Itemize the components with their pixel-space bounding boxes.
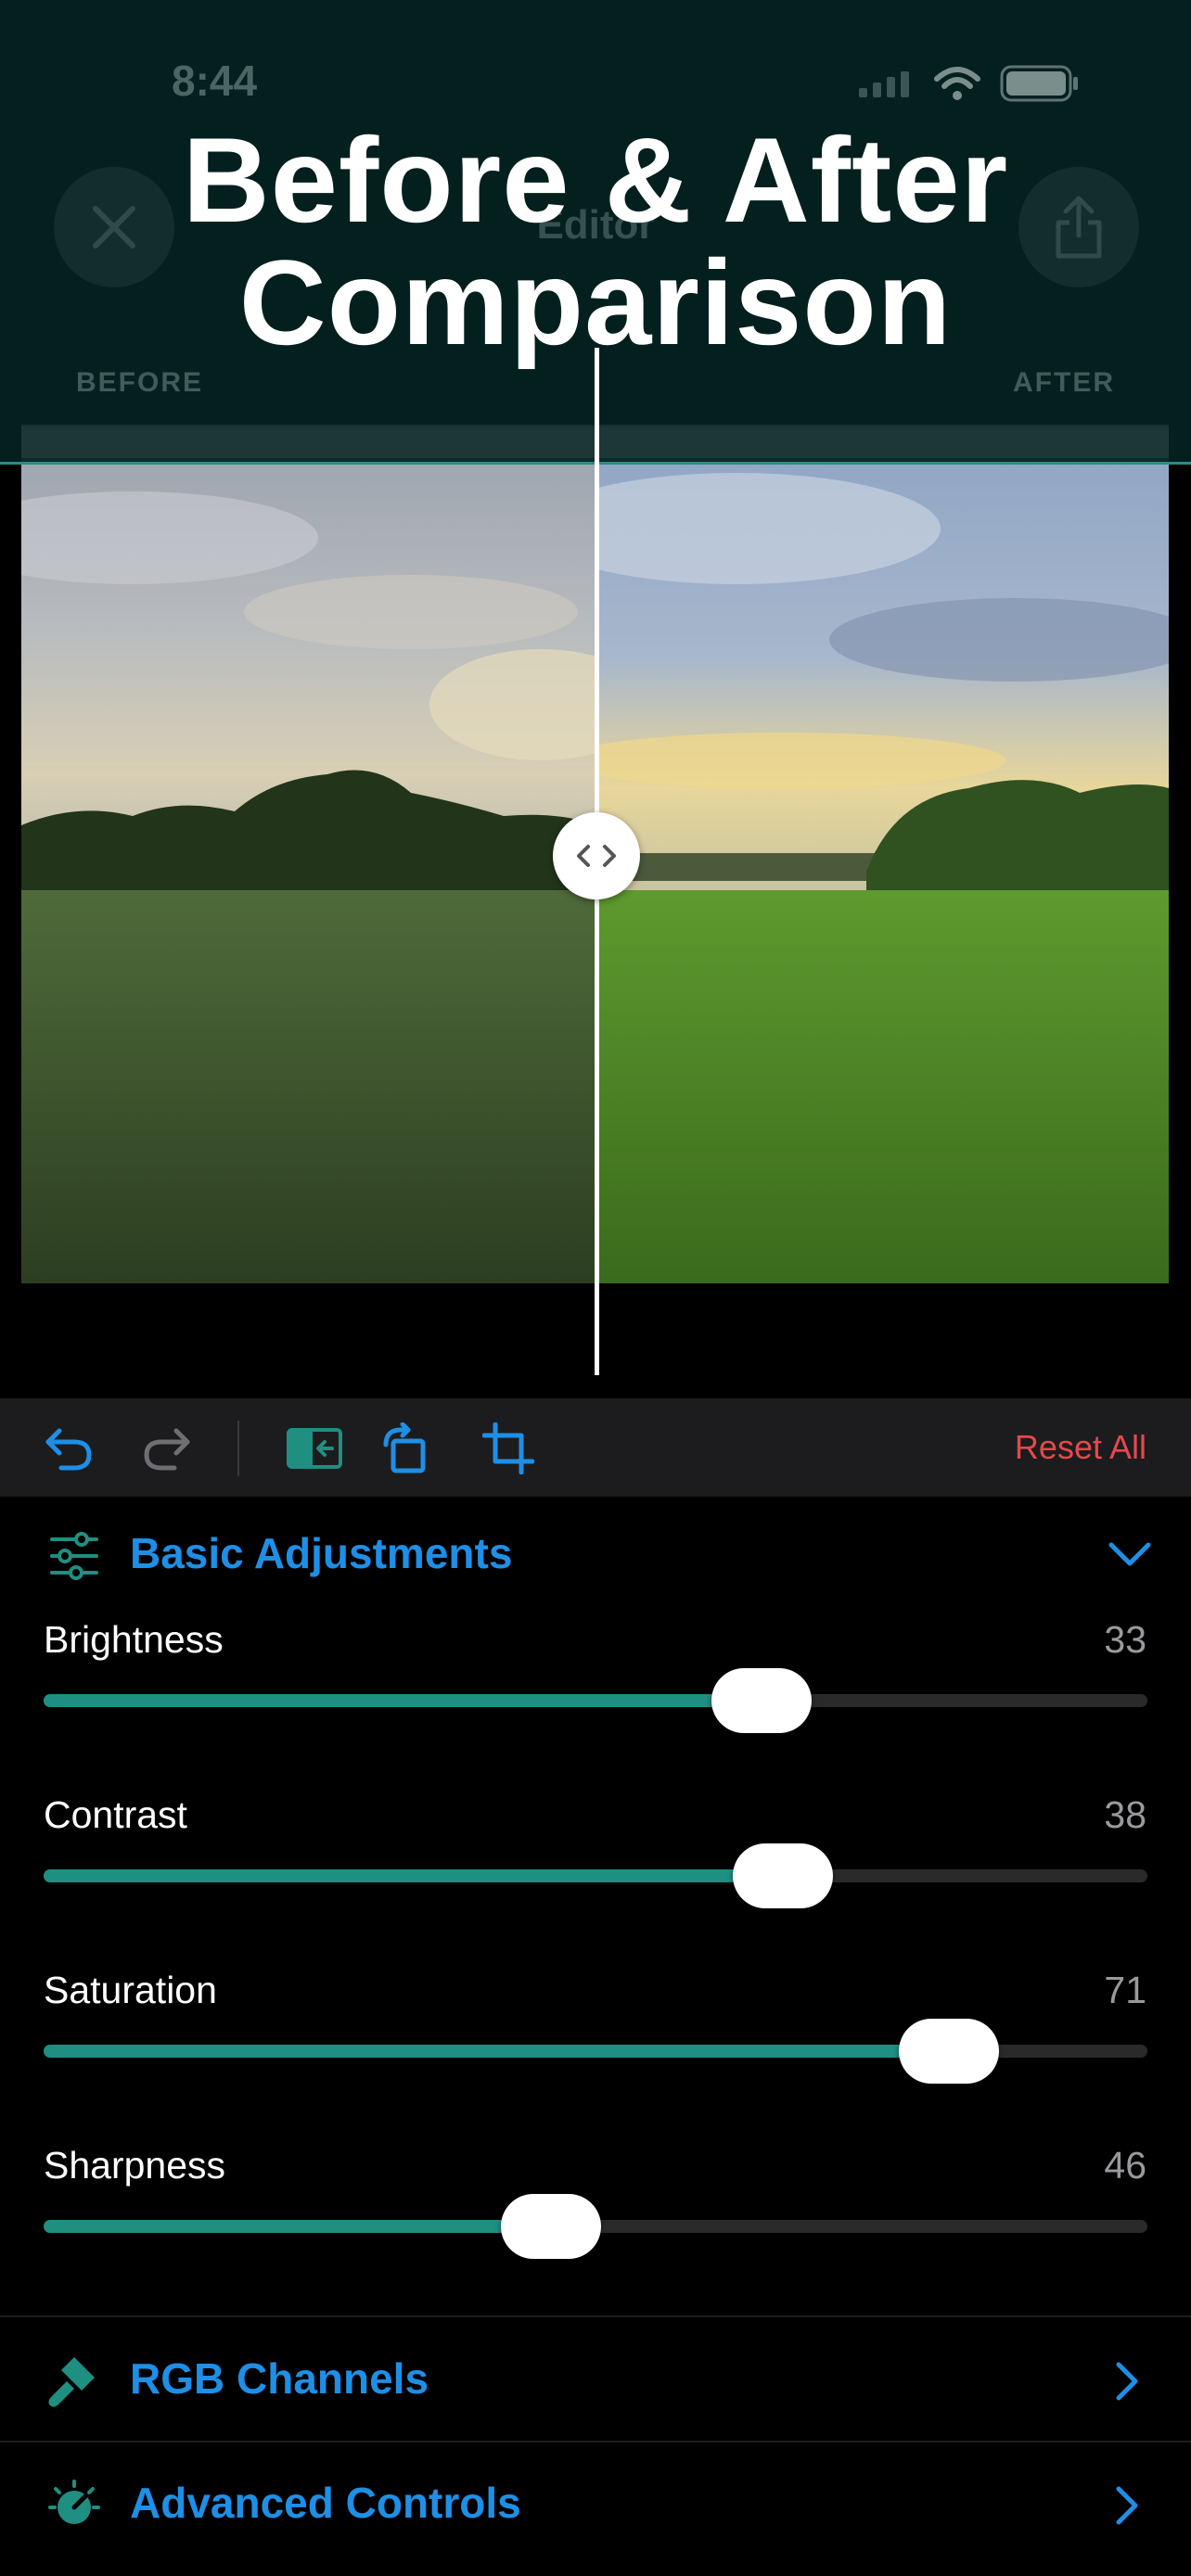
slider-row-saturation: Saturation 71 — [0, 1969, 1191, 2108]
rgb-channels-label: RGB Channels — [130, 2354, 429, 2403]
saturation-slider-thumb[interactable] — [898, 2019, 999, 2084]
status-time: 8:44 — [172, 57, 258, 105]
saturation-slider[interactable] — [44, 2019, 1147, 2084]
compare-divider-handle[interactable] — [553, 812, 640, 899]
compare-toggle-button[interactable] — [286, 1422, 343, 1474]
undo-button[interactable] — [43, 1422, 95, 1474]
crop-icon — [482, 1422, 534, 1474]
saturation-label: Saturation — [44, 1969, 217, 2011]
sharpness-slider[interactable] — [44, 2194, 1147, 2259]
advanced-controls-row[interactable]: Advanced Controls — [0, 2442, 1191, 2565]
rgb-channels-row[interactable]: RGB Channels — [0, 2318, 1191, 2441]
contrast-slider-fill — [44, 1869, 784, 1882]
drag-arrows-icon — [577, 845, 616, 867]
basic-adjustments-title: Basic Adjustments — [130, 1529, 513, 1577]
wifi-icon — [934, 67, 980, 100]
slider-row-sharpness: Sharpness 46 — [0, 2144, 1191, 2283]
sharpness-slider-fill — [44, 2220, 552, 2233]
sharpness-slider-thumb[interactable] — [501, 2194, 602, 2259]
after-label: AFTER — [1013, 367, 1115, 398]
headline-line-1: Before & After — [182, 112, 1009, 248]
headline-line-2: Comparison — [238, 235, 953, 370]
saturation-value: 71 — [1104, 1969, 1146, 2011]
toolbar-separator — [237, 1421, 239, 1476]
chevron-down-icon — [1108, 1542, 1151, 1566]
sliders-icon — [50, 1532, 98, 1580]
rotate-icon — [383, 1422, 426, 1473]
split-view-icon — [287, 1428, 342, 1469]
chevron-right-icon — [1116, 2362, 1138, 2401]
before-image — [21, 427, 597, 1283]
undo-icon — [45, 1428, 92, 1471]
contrast-slider[interactable] — [44, 1843, 1147, 1908]
contrast-value: 38 — [1104, 1793, 1146, 1836]
after-image — [597, 427, 1169, 1283]
reset-all-button[interactable]: Reset All — [1015, 1428, 1146, 1467]
brightness-slider[interactable] — [44, 1668, 1147, 1733]
brush-icon — [48, 2357, 95, 2407]
redo-icon — [144, 1428, 190, 1471]
sharpness-value: 46 — [1104, 2144, 1146, 2187]
slider-row-brightness: Brightness 33 — [0, 1618, 1191, 1757]
edit-toolbar: Reset All — [0, 1398, 1191, 1497]
signal-icon — [859, 71, 909, 97]
brightness-label: Brightness — [44, 1618, 224, 1661]
brightness-slider-thumb[interactable] — [711, 1668, 812, 1733]
slider-row-contrast: Contrast 38 — [0, 1793, 1191, 1932]
chevron-right-icon — [1116, 2486, 1138, 2525]
brightness-value: 33 — [1104, 1618, 1146, 1661]
advanced-controls-label: Advanced Controls — [130, 2479, 521, 2527]
contrast-label: Contrast — [44, 1793, 187, 1836]
row-divider — [0, 2315, 1191, 2317]
dial-icon — [48, 2480, 100, 2524]
contrast-slider-thumb[interactable] — [733, 1843, 834, 1908]
battery-icon — [1000, 65, 1078, 102]
rotate-button[interactable] — [380, 1422, 432, 1474]
basic-adjustments-header[interactable]: Basic Adjustments — [0, 1521, 1191, 1595]
redo-button[interactable] — [141, 1422, 193, 1474]
brightness-slider-fill — [44, 1694, 762, 1707]
crop-button[interactable] — [482, 1422, 534, 1474]
status-icons — [859, 65, 1080, 102]
sharpness-label: Sharpness — [44, 2144, 226, 2187]
saturation-slider-fill — [44, 2045, 949, 2058]
before-label: BEFORE — [76, 367, 204, 398]
headline: Before & After Comparison — [0, 119, 1191, 363]
